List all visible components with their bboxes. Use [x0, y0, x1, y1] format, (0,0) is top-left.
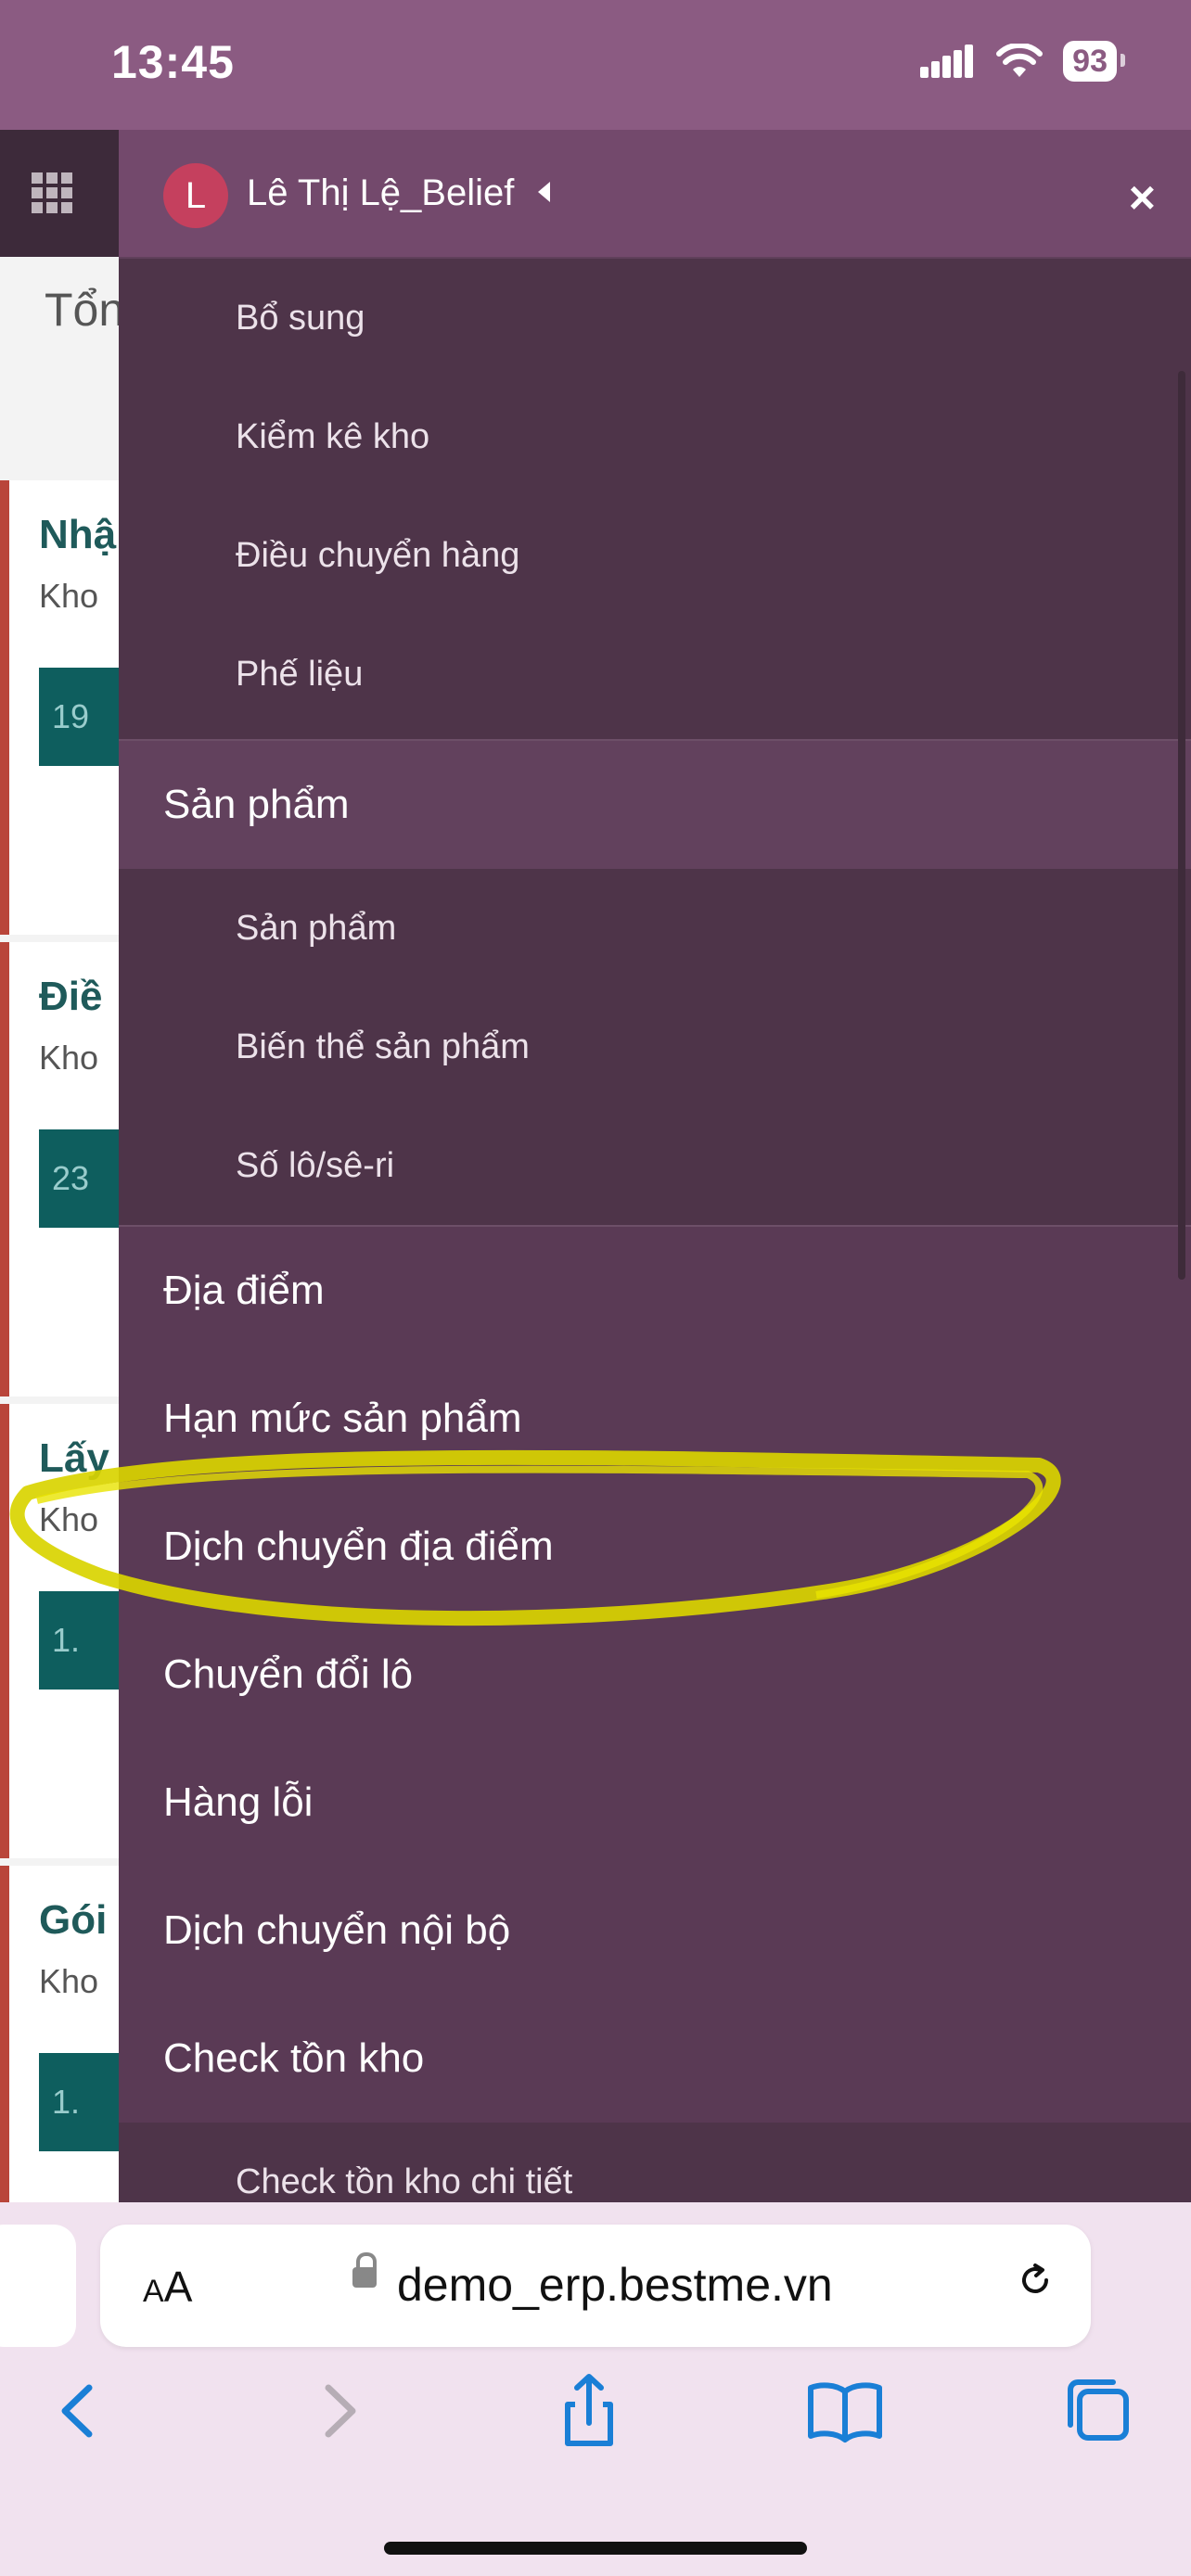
previous-tab-preview[interactable] — [0, 2225, 76, 2347]
menu-item-bo-sung[interactable]: Bổ sung — [119, 259, 1191, 377]
safari-toolbar: AA demo_erp.bestme.vn — [0, 2202, 1191, 2576]
card-title: Nhậ — [39, 512, 117, 557]
menu-item-bien-the-san-pham[interactable]: Biến thể sản phẩm — [119, 988, 1191, 1106]
safari-nav-row — [0, 2369, 1191, 2480]
card-subtitle: Kho — [39, 577, 99, 615]
address-bar[interactable]: AA demo_erp.bestme.vn — [100, 2225, 1091, 2347]
menu-section-san-pham[interactable]: Sản phẩm — [119, 741, 1191, 869]
menu-item-dieu-chuyen-hang[interactable]: Điều chuyển hàng — [119, 496, 1191, 615]
card-subtitle: Kho — [39, 1962, 99, 2000]
menu-item-hang-loi[interactable]: Hàng lỗi — [119, 1739, 1191, 1867]
menu-item-dia-diem[interactable]: Địa điểm — [119, 1227, 1191, 1355]
highlight-annotation — [9, 1449, 1061, 1626]
apps-grid-icon[interactable] — [32, 172, 72, 213]
menu-item-kiem-ke-kho[interactable]: Kiểm kê kho — [119, 377, 1191, 496]
bookmarks-icon[interactable] — [803, 2369, 887, 2453]
battery-indicator: 93 — [1063, 41, 1125, 82]
status-icons: 93 — [920, 41, 1125, 82]
card-subtitle: Kho — [39, 1039, 99, 1077]
back-icon[interactable] — [37, 2369, 121, 2453]
home-indicator — [384, 2542, 807, 2555]
card-button[interactable]: 1. — [39, 2053, 119, 2151]
wifi-icon — [996, 44, 1044, 77]
card-button[interactable]: 19 — [39, 668, 119, 766]
text-size-button[interactable]: AA — [143, 2262, 192, 2312]
drawer-header: L Lê Thị Lệ_Belief × — [119, 130, 1191, 259]
menu-item-check-ton-kho-chi-tiet[interactable]: Check tồn kho chi tiết — [119, 2123, 1191, 2202]
menu-item-phe-lieu[interactable]: Phế liệu — [119, 615, 1191, 733]
reload-icon[interactable] — [1017, 2262, 1054, 2299]
card-title: Điề — [39, 974, 103, 1019]
lock-icon — [352, 2252, 377, 2288]
user-name[interactable]: Lê Thị Lệ_Belief — [247, 172, 514, 214]
background-page-title: Tổn — [45, 284, 125, 336]
card-button[interactable]: 23 — [39, 1129, 119, 1228]
menu-item-san-pham[interactable]: Sản phẩm — [119, 869, 1191, 988]
caret-left-icon[interactable] — [538, 182, 550, 202]
avatar[interactable]: L — [163, 163, 228, 228]
navigation-drawer: L Lê Thị Lệ_Belief × Bổ sung Kiểm kê kho… — [119, 130, 1191, 2202]
status-time: 13:45 — [111, 36, 235, 88]
close-icon[interactable]: × — [1129, 171, 1156, 224]
scrollbar[interactable] — [1178, 371, 1185, 1280]
card-title: Gói — [39, 1897, 108, 1943]
tabs-icon[interactable] — [1057, 2369, 1141, 2453]
url-text[interactable]: demo_erp.bestme.vn — [397, 2258, 833, 2312]
menu-item-so-lo-se-ri[interactable]: Số lô/sê-ri — [119, 1106, 1191, 1225]
menu-item-dich-chuyen-noi-bo[interactable]: Dịch chuyển nội bộ — [119, 1867, 1191, 1995]
menu-item-check-ton-kho[interactable]: Check tồn kho — [119, 1995, 1191, 2123]
share-icon[interactable] — [547, 2369, 631, 2453]
forward-icon[interactable] — [297, 2369, 380, 2453]
cellular-signal-icon — [920, 45, 974, 78]
status-bar: 13:45 93 — [0, 0, 1191, 130]
